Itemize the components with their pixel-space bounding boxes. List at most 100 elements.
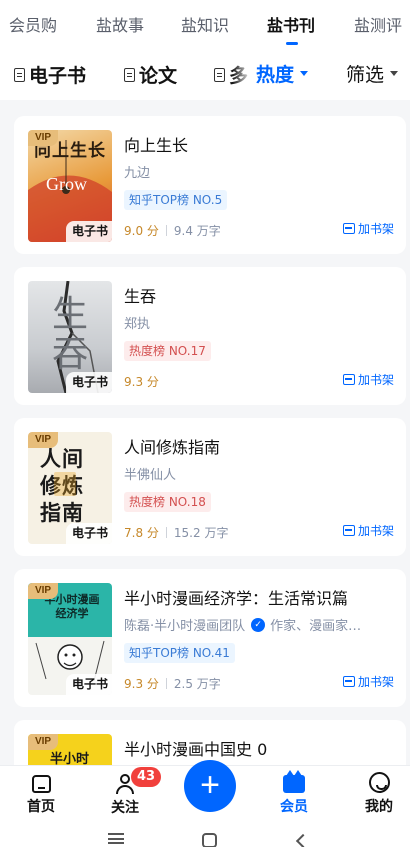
add-to-shelf-button[interactable]: 加书架 — [342, 673, 394, 690]
book-card[interactable]: 半小时 VIP 半小时漫画中国史 0 — [14, 720, 406, 765]
cover-highlight — [54, 472, 76, 496]
author-name: 半佛仙人 — [124, 468, 177, 483]
nav-member-label: 会员 — [280, 799, 308, 815]
filter-ebook-label: 电子书 — [29, 65, 87, 87]
add-to-shelf-button[interactable]: 加书架 — [342, 522, 394, 539]
home-icon — [31, 775, 51, 793]
word-count: 2.5 万字 — [173, 677, 221, 691]
book-meta: 9.0 分 9.4 万字 — [124, 222, 221, 239]
book-title[interactable]: 半小时漫画中国史 0 — [124, 736, 267, 760]
notification-count-badge: 43 — [131, 767, 162, 787]
active-tab-indicator — [286, 42, 298, 45]
divider — [165, 678, 167, 689]
author-name: 九边 — [124, 166, 151, 181]
book-cover[interactable]: 生吞 电子书 — [28, 281, 112, 393]
ranking-badge: 知乎TOP榜 NO.41 — [124, 643, 235, 663]
create-post-button[interactable]: + — [184, 760, 236, 812]
chevron-down-icon — [300, 71, 309, 76]
sort-dropdown[interactable]: 热度 — [256, 60, 309, 87]
word-count: 15.2 万字 — [173, 526, 229, 540]
mine-icon — [368, 772, 390, 793]
divider — [165, 527, 167, 538]
tab-reviews[interactable]: 盐测评 — [354, 12, 402, 36]
bookshelf-icon — [342, 374, 355, 385]
book-meta: 7.8 分 15.2 万字 — [124, 524, 228, 541]
book-title[interactable]: 半小时漫画经济学：生活常识篇 — [124, 585, 348, 609]
vip-badge: VIP — [28, 432, 58, 448]
screen-label: 筛选 — [346, 64, 385, 86]
scroll-fade — [232, 48, 256, 100]
book-title[interactable]: 人间修炼指南 — [124, 434, 220, 458]
book-author: 九边 — [124, 162, 394, 181]
cover-title: 半小时 — [50, 752, 90, 765]
nav-member[interactable]: 会员 — [264, 770, 324, 816]
book-card[interactable]: 半小时漫画经济学 VIP 电子书 半小时漫画经济学：生活常识篇 陈磊·半小时漫画… — [14, 569, 406, 707]
bookshelf-icon — [342, 676, 355, 687]
filter-paper-label: 论文 — [139, 65, 178, 87]
bookshelf-icon — [342, 223, 355, 234]
vip-badge: VIP — [28, 734, 58, 750]
nav-mine[interactable]: 我的 — [349, 772, 409, 816]
back-icon[interactable] — [295, 833, 311, 847]
nav-mine-label: 我的 — [365, 799, 393, 815]
divider — [165, 225, 167, 236]
book-author: 半佛仙人 — [124, 464, 394, 483]
ebook-label: 电子书 — [65, 221, 112, 242]
filter-bar: 电子书 论文 多 热度 筛选 — [0, 48, 410, 100]
tab-knowledge[interactable]: 盐知识 — [181, 12, 229, 36]
word-count: 9.4 万字 — [173, 224, 221, 238]
tab-member-shop[interactable]: 会员购 — [9, 12, 57, 36]
add-to-shelf-button[interactable]: 加书架 — [342, 220, 394, 237]
member-icon — [283, 770, 305, 793]
book-score: 9.0 分 — [124, 224, 159, 238]
system-nav-bar — [0, 825, 410, 847]
book-cover[interactable]: 向上生长 Grow VIP 电子书 — [28, 130, 112, 242]
book-cover[interactable]: 人间修炼指南 VIP 电子书 — [28, 432, 112, 544]
document-icon — [124, 67, 135, 82]
cover-title: 生吞 — [51, 294, 88, 375]
book-score: 9.3 分 — [124, 677, 159, 691]
menu-icon[interactable] — [108, 833, 124, 844]
book-author: 陈磊·半小时漫画团队 ✓ 作家、漫画家… — [124, 615, 394, 634]
filter-ebook[interactable]: 电子书 — [14, 61, 86, 88]
nav-home[interactable]: 首页 — [11, 772, 71, 816]
sort-label: 热度 — [256, 64, 295, 86]
book-list: 向上生长 Grow VIP 电子书 向上生长 九边 知乎TOP榜 NO.5 9.… — [0, 100, 410, 765]
book-card[interactable]: 向上生长 Grow VIP 电子书 向上生长 九边 知乎TOP榜 NO.5 9.… — [14, 116, 406, 254]
screen-dropdown[interactable]: 筛选 — [346, 60, 399, 87]
book-score: 7.8 分 — [124, 526, 159, 540]
vip-badge: VIP — [28, 130, 58, 146]
filter-paper[interactable]: 论文 — [124, 61, 177, 88]
vip-badge: VIP — [28, 583, 58, 599]
document-icon — [14, 67, 25, 82]
chevron-down-icon — [390, 71, 399, 76]
add-to-shelf-button[interactable]: 加书架 — [342, 371, 394, 388]
tab-stories[interactable]: 盐故事 — [96, 12, 144, 36]
book-score: 9.3 分 — [124, 375, 159, 389]
nav-follow-label: 关注 — [111, 800, 139, 816]
home-square-icon[interactable] — [202, 833, 217, 847]
book-cover[interactable]: 半小时 VIP — [28, 734, 112, 765]
category-tab-bar: 会员购 盐故事 盐知识 盐书刊 盐测评 — [0, 0, 410, 48]
add-to-shelf-label: 加书架 — [357, 222, 394, 236]
ranking-badge: 热度榜 NO.18 — [124, 492, 211, 512]
book-meta: 9.3 分 2.5 万字 — [124, 675, 221, 692]
ranking-badge: 热度榜 NO.17 — [124, 341, 211, 361]
ebook-label: 电子书 — [65, 674, 112, 695]
nav-home-label: 首页 — [27, 799, 55, 815]
book-card[interactable]: 生吞 电子书 生吞 郑执 热度榜 NO.17 9.3 分 加书架 — [14, 267, 406, 405]
ebook-label: 电子书 — [65, 372, 112, 393]
document-icon — [214, 67, 225, 82]
book-meta: 9.3 分 — [124, 373, 159, 390]
book-author: 郑执 — [124, 313, 394, 332]
cover-subtitle: Grow — [46, 174, 87, 194]
book-title[interactable]: 生吞 — [124, 283, 156, 307]
tab-books[interactable]: 盐书刊 — [267, 12, 315, 36]
add-to-shelf-label: 加书架 — [357, 373, 394, 387]
verified-icon: ✓ — [251, 617, 266, 632]
book-title[interactable]: 向上生长 — [124, 132, 188, 156]
ranking-badge: 知乎TOP榜 NO.5 — [124, 190, 228, 210]
book-card[interactable]: 人间修炼指南 VIP 电子书 人间修炼指南 半佛仙人 热度榜 NO.18 7.8… — [14, 418, 406, 556]
bookshelf-icon — [342, 525, 355, 536]
book-cover[interactable]: 半小时漫画经济学 VIP 电子书 — [28, 583, 112, 695]
